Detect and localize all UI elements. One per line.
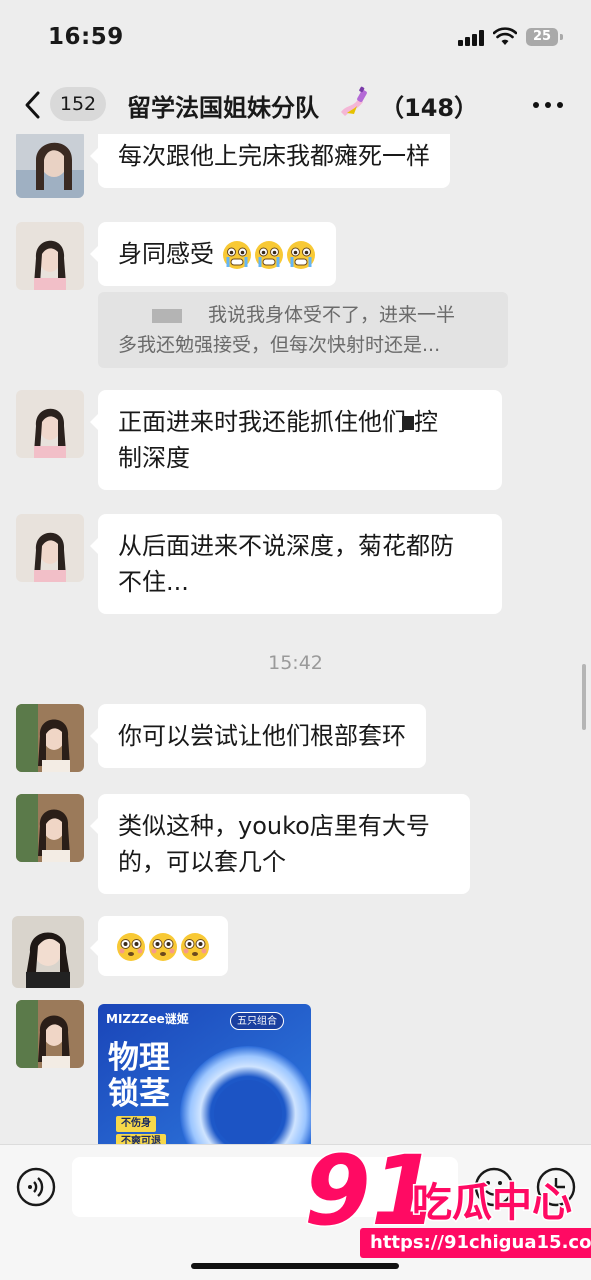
group-name: 留学法国姐妹分队 — [127, 94, 319, 122]
message-text: 每次跟他上完床我都瘫死一样 — [118, 142, 430, 170]
product-combo-tag: 五只组合 — [230, 1012, 284, 1030]
flushed-face-emoji-icon — [149, 933, 177, 961]
message-text: 你可以尝试让他们根部套环 — [118, 722, 406, 750]
message-text-line: 正面进来时我还能抓住他们控 — [118, 408, 438, 436]
unread-count-badge[interactable]: 152 — [50, 87, 106, 121]
svg-text:吃瓜中心: 吃瓜中心 — [412, 1180, 572, 1226]
member-count: （148） — [380, 94, 479, 122]
cellular-signal-icon — [458, 30, 484, 46]
chat-header: 152 留学法国姐妹分队 （148） — [0, 76, 591, 134]
product-tag: 不伤身 — [116, 1116, 156, 1132]
quote-line: 多我还勉强接受，但每次快射时还是... — [118, 334, 441, 356]
avatar[interactable] — [16, 1000, 84, 1068]
message-bubble[interactable]: 你可以尝试让他们根部套环 — [90, 704, 426, 768]
scrollbar[interactable] — [582, 664, 586, 730]
product-image-message[interactable]: MIZZZee谜姬 五只组合 物理锁茎 不伤身 不爽可退 — [98, 1004, 311, 1144]
sad-face-emoji-icon — [222, 241, 251, 269]
message-bubble[interactable] — [90, 916, 228, 976]
status-time: 16:59 — [48, 24, 124, 50]
sad-face-emoji-icon — [286, 241, 315, 269]
quote-line: 我说我身体受不了，进来一半 — [118, 300, 488, 330]
message-text: 身同感受 — [118, 240, 214, 268]
wifi-icon — [493, 27, 517, 45]
status-bar: 16:59 25 — [0, 0, 591, 76]
message-bubble[interactable]: 从后面进来不说深度，菊花都防 不住... — [90, 514, 502, 614]
message-bubble[interactable]: 每次跟他上完床我都瘫死一样 — [90, 134, 450, 188]
emoji-group — [116, 932, 210, 962]
message-bubble[interactable]: 身同感受 — [90, 222, 336, 286]
avatar[interactable] — [16, 222, 84, 290]
product-tag: 不爽可退 — [116, 1134, 166, 1144]
avatar[interactable] — [16, 390, 84, 458]
battery-icon: 25 — [526, 28, 558, 46]
avatar[interactable] — [12, 916, 84, 988]
message-bubble[interactable]: 正面进来时我还能抓住他们控 制深度 — [90, 390, 502, 490]
nail-polish-emoji-icon — [341, 86, 367, 116]
battery-cap — [560, 34, 563, 40]
sad-face-emoji-icon — [254, 241, 283, 269]
redacted-char — [402, 416, 414, 430]
voice-input-icon[interactable] — [16, 1167, 56, 1207]
flushed-face-emoji-icon — [117, 933, 145, 961]
avatar[interactable] — [16, 514, 84, 582]
avatar[interactable] — [16, 704, 84, 772]
flushed-face-emoji-icon — [181, 933, 209, 961]
avatar[interactable] — [16, 794, 84, 862]
message-text-line: 从后面进来不说深度，菊花都防 — [118, 532, 454, 560]
back-arrow-icon[interactable] — [22, 90, 44, 120]
quoted-message[interactable]: 我说我身体受不了，进来一半 多我还勉强接受，但每次快射时还是... — [98, 292, 508, 368]
message-list[interactable]: 每次跟他上完床我都瘫死一样 身同感受 我说我身体受不了，进来一半 多我还勉强接受… — [0, 134, 591, 1144]
message-text-line: 的，可以套几个 — [118, 848, 286, 876]
chat-timestamp: 15:42 — [268, 652, 323, 674]
more-options-icon[interactable] — [533, 102, 563, 110]
avatar[interactable] — [16, 134, 84, 198]
message-text-line: 制深度 — [118, 444, 190, 472]
redacted-name — [152, 308, 182, 323]
message-text-line: 类似这种，youko店里有大号 — [118, 812, 430, 840]
product-title: 物理锁茎 — [108, 1040, 170, 1112]
emoji-group — [222, 240, 316, 270]
message-bubble[interactable]: 类似这种，youko店里有大号 的，可以套几个 — [90, 794, 470, 894]
product-brand: MIZZZee谜姬 — [106, 1012, 189, 1026]
message-text-line: 不住... — [118, 568, 189, 596]
watermark-url: https://91chigua15.com — [360, 1228, 591, 1258]
